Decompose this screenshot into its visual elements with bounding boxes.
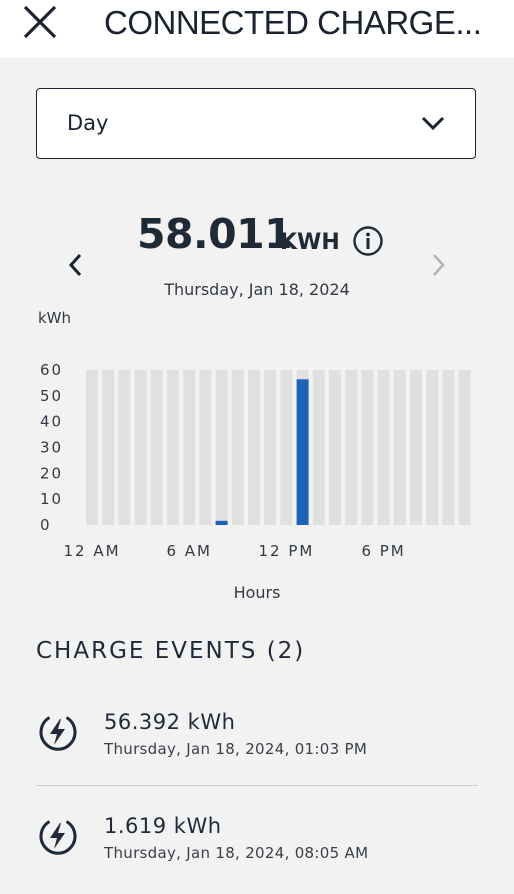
bar-background [426,370,439,525]
bar-background [231,370,244,525]
bar-background [264,370,277,525]
total-energy-unit: KWH [280,230,340,255]
bar-background [345,370,358,525]
bar-background [167,370,179,525]
chevron-left-icon[interactable] [66,252,86,278]
close-button[interactable] [22,4,58,40]
charging-bolt-icon [39,716,77,751]
bar-background [377,370,390,525]
charge-event-item[interactable]: 56.392 kWh Thursday, Jan 18, 2024, 01:03… [36,700,478,790]
page-title: CONNECTED CHARGE... [104,4,482,41]
chevron-right-icon[interactable] [428,252,448,278]
info-icon[interactable] [352,225,384,257]
energy-bar[interactable] [296,379,309,525]
energy-bar[interactable] [215,520,228,525]
event-divider [36,785,478,786]
period-dropdown-value: Day [67,111,109,135]
y-tick-label: 60 [40,361,63,379]
event-timestamp: Thursday, Jan 18, 2024, 08:05 AM [104,844,369,862]
bar-background [410,370,422,525]
total-energy-value: 58.011 [137,210,293,258]
x-tick-label: 12 PM [258,542,314,560]
y-tick-label: 30 [40,439,63,457]
x-axis-label: Hours [234,583,281,602]
charge-event-item[interactable]: 1.619 kWh Thursday, Jan 18, 2024, 08:05 … [36,804,478,894]
period-dropdown[interactable]: Day [36,88,476,159]
bar-background [280,370,293,525]
event-energy: 1.619 kWh [104,814,222,838]
x-tick-label: 6 AM [166,542,212,560]
bar-background [102,370,115,525]
bar-background [458,370,471,525]
bar-background [312,370,325,525]
app-header: CONNECTED CHARGE... [0,0,514,58]
charge-events-title: CHARGE EVENTS (2) [36,638,306,664]
selected-date: Thursday, Jan 18, 2024 [164,280,350,299]
chevron-down-icon [421,116,445,131]
bar-background [150,370,163,525]
bar-background [393,370,406,525]
bar-background [442,370,455,525]
bar-background [215,370,228,525]
y-tick-label: 20 [40,464,63,482]
y-tick-label: 0 [40,516,52,534]
bar-background [134,370,147,525]
bar-background [183,370,196,525]
x-tick-label: 12 AM [63,542,120,560]
event-energy: 56.392 kWh [104,710,236,734]
event-timestamp: Thursday, Jan 18, 2024, 01:03 PM [104,740,368,758]
charging-bolt-icon [39,820,77,855]
bar-background [118,370,131,525]
y-tick-label: 10 [40,490,63,508]
bar-background [248,370,260,525]
y-tick-label: 40 [40,413,63,431]
close-icon [23,5,57,39]
bar-background [329,370,341,525]
bar-background [86,370,98,525]
y-tick-label: 50 [40,387,63,405]
hourly-energy-chart: kWh 60 50 40 30 20 10 0 12 AM 6 AM 12 PM 6 PM Hou… [38,309,471,602]
bar-background [361,370,374,525]
y-axis-label: kWh [38,309,71,327]
bar-background [199,370,212,525]
x-tick-label: 6 PM [361,542,405,560]
